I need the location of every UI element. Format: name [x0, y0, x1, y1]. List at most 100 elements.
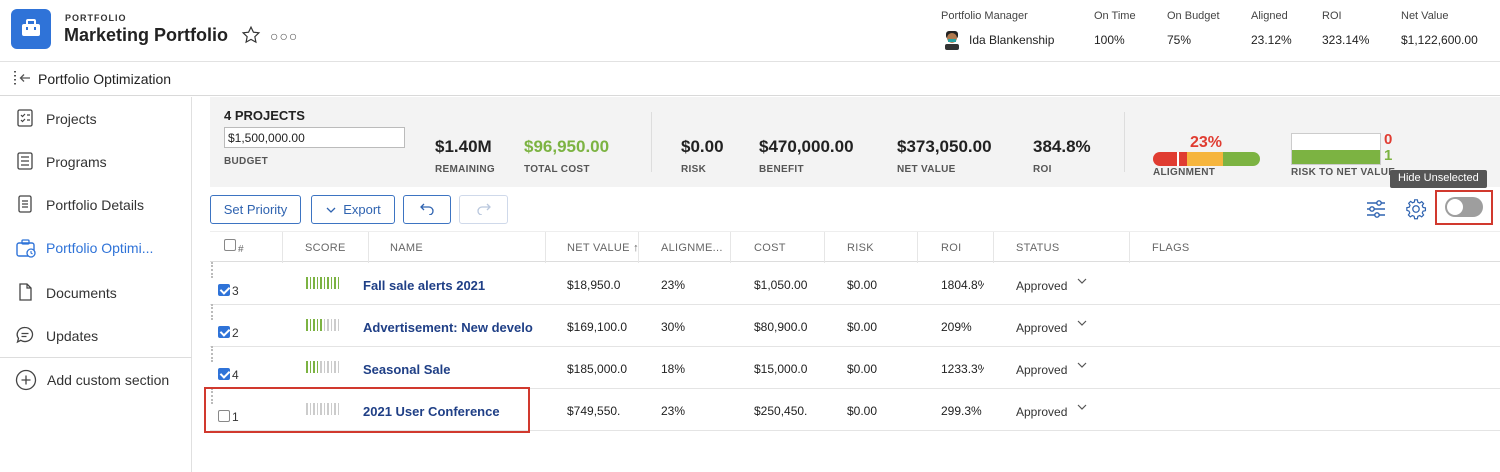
sidebar-item-label: Portfolio Optimi... [46, 240, 154, 256]
metric-value-net-value: $1,122,600.00 [1401, 33, 1478, 47]
metric-value-roi: 323.14% [1322, 33, 1370, 47]
project-name-link[interactable]: Seasonal Sale [363, 362, 533, 377]
status-dropdown[interactable]: Approved [1016, 279, 1067, 293]
column-cost[interactable]: COST [754, 242, 786, 254]
status-dropdown[interactable]: Approved [1016, 405, 1067, 419]
chevron-down-icon[interactable] [1077, 319, 1087, 327]
column-roi[interactable]: ROI [941, 242, 961, 254]
chevron-down-icon [326, 207, 336, 213]
column-status[interactable]: STATUS [1016, 242, 1060, 254]
budget-input[interactable] [224, 127, 405, 148]
roi-label: ROI [1033, 164, 1052, 175]
metric-value-aligned: 23.12% [1251, 33, 1292, 47]
sidebar-item-label: Projects [46, 111, 97, 127]
cost-cell: $1,050.00 [754, 278, 808, 292]
column-net-value-label: NET VALUE [567, 242, 630, 254]
export-button[interactable]: Export [311, 195, 395, 224]
table-row[interactable]: 2 Advertisement: New developme $169,100.0 3… [210, 304, 1500, 347]
collapse-sidebar-icon[interactable] [14, 70, 34, 91]
metric-label-on-time: On Time [1094, 10, 1136, 22]
status-dropdown[interactable]: Approved [1016, 321, 1067, 335]
project-name-link[interactable]: Advertisement: New developme [363, 320, 533, 335]
drag-handle[interactable] [211, 346, 215, 362]
column-separator [730, 232, 731, 263]
sidebar: Projects Programs Portfolio Details Port… [0, 97, 192, 472]
alignment-cell: 18% [661, 362, 686, 376]
column-separator [993, 232, 994, 263]
remaining-label: REMAINING [435, 164, 495, 175]
filter-sliders-icon[interactable] [1365, 199, 1387, 224]
risk-to-net-value-green-count: 1 [1384, 147, 1393, 164]
risk-cell: $0.00 [847, 404, 878, 418]
star-icon[interactable] [241, 25, 261, 50]
sidebar-item-label: Updates [46, 328, 99, 344]
programs-icon [17, 152, 33, 170]
set-priority-button[interactable]: Set Priority [210, 195, 301, 224]
column-name[interactable]: NAME [390, 242, 423, 254]
table-header: # SCORE NAME NET VALUE ↑ ALIGNME... COST… [210, 231, 1500, 263]
undo-icon [420, 203, 434, 216]
sidebar-item-add-custom-section[interactable]: Add custom section [0, 358, 192, 401]
select-all-checkbox[interactable] [224, 239, 236, 251]
column-num: # [238, 244, 244, 255]
total-cost-label: TOTAL COST [524, 164, 590, 175]
column-flags[interactable]: FLAGS [1152, 242, 1190, 254]
sidebar-item-label: Portfolio Details [46, 197, 145, 213]
metric-label-roi: ROI [1322, 10, 1342, 22]
cost-cell: $80,900.0 [754, 320, 808, 334]
undo-button[interactable] [403, 195, 451, 224]
portfolio-app-icon[interactable] [11, 9, 51, 49]
row-checkbox[interactable] [218, 284, 230, 296]
gear-icon[interactable] [1405, 198, 1427, 225]
column-alignment[interactable]: ALIGNME... [661, 242, 723, 254]
more-options-icon[interactable]: ○○○ [270, 28, 298, 44]
section-bar: Portfolio Optimization [0, 62, 1500, 96]
sidebar-item-programs[interactable]: Programs [0, 140, 192, 183]
chevron-down-icon[interactable] [1077, 403, 1087, 411]
score-bars [306, 277, 339, 289]
export-label: Export [343, 202, 381, 217]
page-title: Marketing Portfolio [64, 25, 229, 45]
sidebar-item-label: Add custom section [47, 372, 170, 388]
summary-panel: 4 PROJECTS BUDGET $1.40M REMAINING $96,9… [210, 97, 1500, 187]
row-checkbox[interactable] [218, 368, 230, 380]
budget-label: BUDGET [224, 156, 269, 167]
status-dropdown[interactable]: Approved [1016, 363, 1067, 377]
sidebar-item-updates[interactable]: Updates [0, 314, 192, 357]
column-score[interactable]: SCORE [305, 242, 346, 254]
row-checkbox[interactable] [218, 326, 230, 338]
project-name-link[interactable]: Fall sale alerts 2021 [363, 278, 533, 293]
sidebar-item-portfolio-optimization[interactable]: Portfolio Optimi... [0, 226, 192, 269]
column-risk[interactable]: RISK [847, 242, 874, 254]
chevron-down-icon[interactable] [1077, 277, 1087, 285]
table-row[interactable]: 4 Seasonal Sale $185,000.0 18% $15,000.0 $0.0… [210, 346, 1500, 389]
drag-handle[interactable] [211, 262, 215, 278]
risk-cell: $0.00 [847, 278, 878, 292]
summary-divider [651, 112, 652, 172]
sidebar-item-documents[interactable]: Documents [0, 271, 192, 314]
column-separator [638, 232, 639, 263]
sidebar-item-portfolio-details[interactable]: Portfolio Details [0, 183, 192, 226]
total-cost-value: $96,950.00 [524, 137, 610, 156]
risk-cell: $0.00 [847, 362, 878, 376]
header-eyebrow: PORTFOLIO [65, 13, 127, 23]
drag-handle[interactable] [211, 304, 215, 320]
sidebar-item-projects[interactable]: Projects [0, 97, 192, 140]
row-number: 4 [232, 368, 239, 382]
redo-button[interactable] [459, 195, 508, 224]
column-separator [824, 232, 825, 263]
alignment-percent: 23% [1190, 134, 1223, 151]
optimization-icon [16, 239, 36, 258]
metric-label-aligned: Aligned [1251, 10, 1288, 22]
risk-label: RISK [681, 164, 707, 175]
metric-value-manager[interactable]: Ida Blankenship [969, 33, 1054, 47]
cost-cell: $250,450. [754, 404, 808, 418]
chevron-down-icon[interactable] [1077, 361, 1087, 369]
alignment-gauge [1153, 152, 1260, 166]
hide-unselected-tooltip: Hide Unselected [1390, 170, 1487, 188]
document-icon [19, 283, 32, 301]
net-value-value: $373,050.00 [897, 137, 992, 156]
table-row[interactable]: 3 Fall sale alerts 2021 $18,950.0 23% $1,050… [210, 262, 1500, 305]
alignment-label: ALIGNMENT [1153, 167, 1216, 178]
column-net-value[interactable]: NET VALUE ↑ [567, 242, 639, 254]
